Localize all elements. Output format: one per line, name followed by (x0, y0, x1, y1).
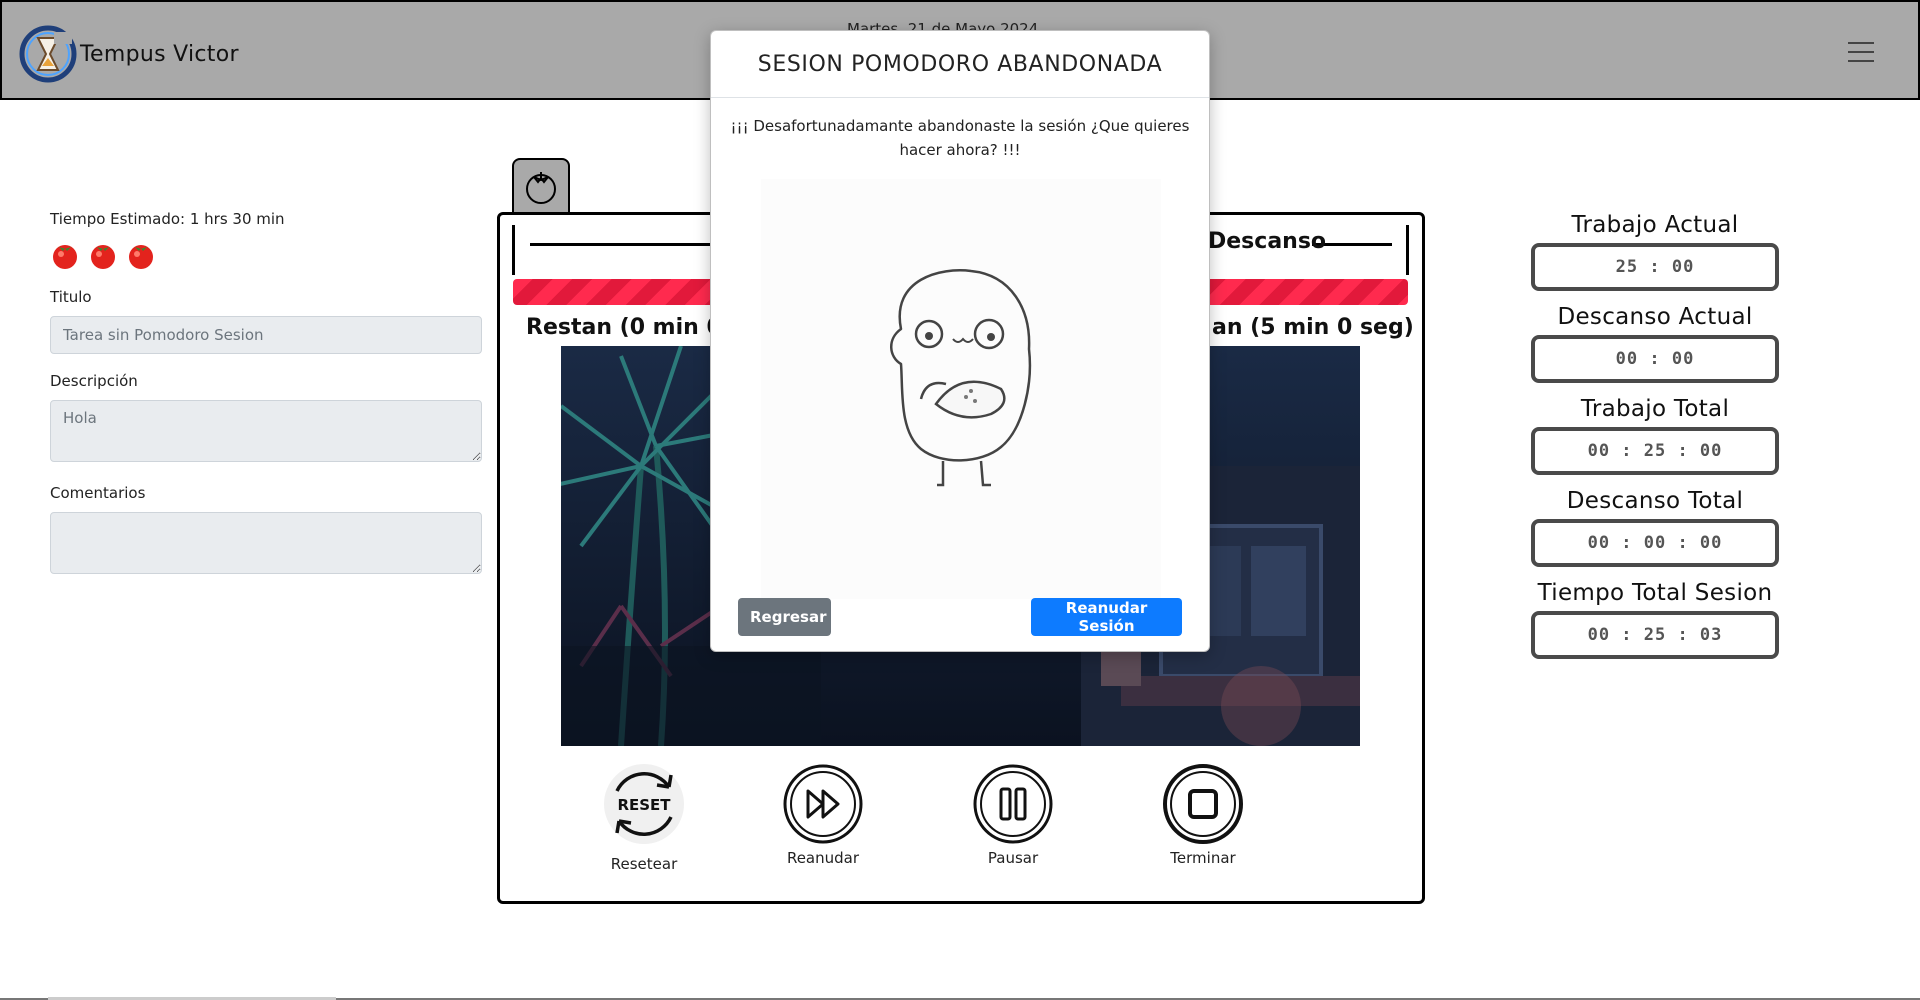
menu-toggle-icon[interactable] (1848, 42, 1874, 62)
brand-link[interactable]: Tempus Victor (18, 24, 239, 84)
tomato-outline-icon (526, 172, 556, 204)
stop-button[interactable]: Terminar (1143, 761, 1263, 867)
tomato-icon (129, 245, 153, 269)
bracket-left (512, 225, 515, 275)
description-label: Descripción (50, 372, 138, 390)
reset-label: Resetear (610, 855, 678, 873)
back-button[interactable]: Regresar (738, 598, 831, 636)
comments-label: Comentarios (50, 484, 146, 502)
pause-label: Pausar (987, 849, 1039, 867)
remaining-work: Restan (0 min 0 (526, 315, 722, 340)
current-break-label: Descanso Actual (1557, 304, 1753, 330)
comments-textarea[interactable] (50, 512, 482, 574)
hourglass-logo-icon (19, 25, 77, 83)
resume-button[interactable]: Reanudar (763, 761, 883, 867)
total-work-label: Trabajo Total (1580, 396, 1730, 422)
phase-label-break: Descanso (1208, 229, 1327, 254)
description-textarea[interactable]: Hola (50, 400, 482, 462)
task-form: Tiempo Estimado: 1 hrs 30 min Titulo Des… (50, 210, 482, 578)
stop-label: Terminar (1170, 849, 1236, 867)
current-work-value: 25 : 00 (1531, 243, 1779, 291)
current-work-label: Trabajo Actual (1571, 212, 1739, 238)
svg-text:RESET: RESET (617, 796, 671, 814)
estimated-time: Tiempo Estimado: 1 hrs 30 min (50, 210, 285, 228)
session-stats: Trabajo Actual 25 : 00 Descanso Actual 0… (1530, 212, 1780, 672)
bracket-right (1406, 225, 1409, 275)
title-input[interactable] (50, 316, 482, 354)
tomato-icon (53, 245, 77, 269)
session-total-value: 00 : 25 : 03 (1531, 611, 1779, 659)
sad-doodle-illustration (761, 179, 1161, 599)
title-label: Titulo (50, 288, 92, 306)
reset-icon: RESET (604, 764, 684, 844)
brand-name: Tempus Victor (80, 41, 239, 67)
modal-header: SESION POMODORO ABANDONADA (711, 31, 1209, 98)
abandoned-session-modal: SESION POMODORO ABANDONADA ¡¡¡ Desafortu… (710, 30, 1210, 652)
reset-button[interactable]: RESET Resetear (584, 761, 704, 873)
modal-message: ¡¡¡ Desafortunadamante abandonaste la se… (730, 117, 1190, 159)
total-break-value: 00 : 00 : 00 (1531, 519, 1779, 567)
current-break-value: 00 : 00 (1531, 335, 1779, 383)
remaining-break: an (5 min 0 seg) (1212, 315, 1414, 340)
pause-button[interactable]: Pausar (953, 761, 1073, 867)
total-break-label: Descanso Total (1566, 488, 1744, 514)
modal-title: SESION POMODORO ABANDONADA (757, 51, 1163, 77)
pause-icon (973, 764, 1053, 844)
stop-icon (1163, 764, 1243, 844)
resume-session-button[interactable]: Reanudar Sesión (1031, 598, 1182, 636)
tomato-counter (50, 240, 482, 270)
total-work-value: 00 : 25 : 00 (1531, 427, 1779, 475)
tomato-icon (91, 245, 115, 269)
session-total-label: Tiempo Total Sesion (1537, 580, 1773, 606)
resume-label: Reanudar (786, 849, 860, 867)
fast-forward-icon (783, 764, 863, 844)
pomodoro-tab[interactable] (512, 158, 570, 214)
